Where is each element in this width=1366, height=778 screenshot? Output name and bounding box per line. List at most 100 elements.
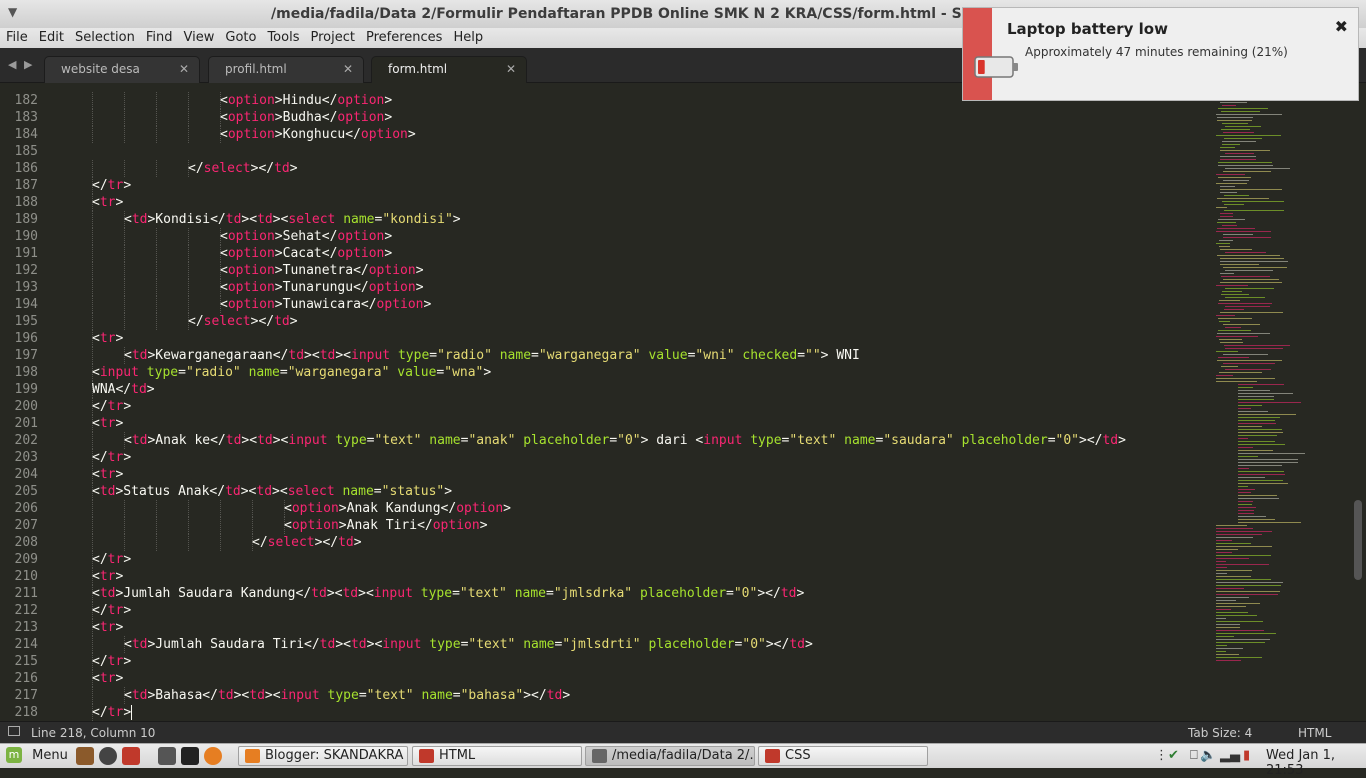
minimap-line [1216, 135, 1281, 136]
menu-edit[interactable]: Edit [39, 28, 71, 48]
minimap-line [1238, 384, 1284, 385]
minimap-line [1216, 549, 1238, 550]
menu-find[interactable]: Find [146, 28, 180, 48]
update-manager-icon[interactable]: ✔ [1168, 748, 1179, 763]
tab-scroll-right-icon[interactable]: ▶ [24, 58, 32, 71]
tab-profil[interactable]: profil.html ✕ [208, 56, 364, 83]
minimap-line [1238, 405, 1262, 406]
battery-notification: Laptop battery low Approximately 47 minu… [962, 7, 1359, 101]
line-number: 188 [14, 195, 38, 210]
taskbar-item-html[interactable]: HTML [412, 746, 582, 766]
minimap-line [1220, 102, 1247, 103]
line-number: 191 [14, 246, 38, 261]
files-launcher-icon[interactable] [122, 747, 140, 765]
menu-tools[interactable]: Tools [267, 28, 306, 48]
firefox-launcher-icon[interactable] [204, 747, 222, 765]
code-line: <tr> [92, 416, 124, 431]
indent-guide [220, 534, 221, 551]
minimap-line [1216, 600, 1236, 601]
minimap-line [1216, 633, 1276, 634]
minimap-line [1221, 111, 1260, 112]
minimap-line [1218, 219, 1245, 220]
taskbar-item-blogger[interactable]: Blogger: SKANDAKRA ... [238, 746, 408, 766]
menu-file[interactable]: File [6, 28, 35, 48]
taskbar: m Menu Blogger: SKANDAKRA ... HTML /medi… [0, 743, 1366, 778]
close-icon[interactable]: ✖ [1335, 17, 1348, 36]
code-line: <option>Tunarungu</option> [220, 280, 424, 295]
indent-guide [92, 245, 93, 262]
minimap-line [1238, 435, 1277, 436]
minimap-line [1225, 153, 1254, 154]
chrome-launcher-icon[interactable] [99, 747, 117, 765]
vertical-scrollbar[interactable] [1354, 500, 1362, 580]
minimap-line [1238, 441, 1275, 442]
minimap-line [1223, 171, 1271, 172]
minimap-line [1238, 510, 1254, 511]
code-line: <tr> [92, 467, 124, 482]
close-icon[interactable]: ✕ [179, 62, 189, 76]
minimap-line [1238, 447, 1253, 448]
syntax-selector[interactable]: HTML [1298, 726, 1331, 740]
code-line: </select></td> [188, 161, 298, 176]
minimap-line [1216, 231, 1271, 232]
minimap-line [1218, 330, 1251, 331]
sublime-launcher-icon[interactable] [76, 747, 94, 765]
minimap-line [1220, 282, 1282, 283]
code-line: <tr> [92, 620, 124, 635]
minimap-line [1238, 423, 1276, 424]
minimap-line [1216, 558, 1249, 559]
minimap-line [1238, 444, 1285, 445]
indent-guide [220, 517, 221, 534]
minimap-line [1223, 237, 1271, 238]
volume-icon[interactable]: 🔈 [1200, 748, 1216, 763]
tab-scroll-left-icon[interactable]: ◀ [8, 58, 16, 71]
minimap-line [1216, 642, 1265, 643]
menu-selection[interactable]: Selection [75, 28, 142, 48]
minimap-line [1216, 114, 1282, 115]
minimap-line [1216, 315, 1235, 316]
minimap-line [1224, 138, 1262, 139]
minimap-line [1216, 615, 1257, 616]
network-icon[interactable]: ⎕ [1190, 748, 1198, 763]
minimap-line [1217, 255, 1280, 256]
minimap[interactable] [1208, 83, 1354, 721]
line-number: 210 [14, 569, 38, 584]
minimap-line [1216, 174, 1245, 175]
signal-icon[interactable]: ▂▄ [1220, 748, 1240, 763]
close-icon[interactable]: ✕ [343, 62, 353, 76]
minimap-line [1216, 570, 1252, 571]
menu-preferences[interactable]: Preferences [366, 28, 449, 48]
line-number: 182 [14, 93, 38, 108]
menu-help[interactable]: Help [453, 28, 490, 48]
panel-toggle-icon[interactable] [8, 726, 20, 736]
battery-icon[interactable]: ▮ [1243, 748, 1250, 763]
taskbar-item-css[interactable]: CSS [758, 746, 928, 766]
minimap-line [1221, 366, 1238, 367]
line-number: 203 [14, 450, 38, 465]
notification-body: Approximately 47 minutes remaining (21%) [1025, 45, 1288, 59]
indent-guide [92, 109, 93, 126]
minimap-line [1216, 591, 1280, 592]
show-desktop-icon[interactable] [158, 747, 176, 765]
menu-project[interactable]: Project [310, 28, 361, 48]
tab-size-selector[interactable]: Tab Size: 4 [1188, 726, 1252, 740]
tab-form[interactable]: form.html ✕ [371, 56, 527, 83]
taskbar-item-sublime[interactable]: /media/fadila/Data 2/... [585, 746, 755, 766]
window-menu-icon[interactable]: ▼ [8, 5, 17, 19]
minimap-line [1225, 270, 1273, 271]
code-editor[interactable]: <option>Hindu</option> <option>Budha</opt… [60, 83, 1205, 721]
minimap-line [1218, 318, 1252, 319]
close-icon[interactable]: ✕ [506, 62, 516, 76]
menu-view[interactable]: View [184, 28, 222, 48]
start-menu-button[interactable]: m Menu [6, 747, 68, 763]
menu-goto[interactable]: Goto [225, 28, 263, 48]
indent-guide [92, 500, 93, 517]
clock[interactable]: Wed Jan 1, 21:53 [1266, 748, 1366, 778]
indent-guide [124, 517, 125, 534]
minimap-line [1216, 552, 1232, 553]
minimap-line [1238, 480, 1283, 481]
code-line: </tr> [92, 603, 132, 618]
tab-website-desa[interactable]: website desa ✕ [44, 56, 200, 83]
terminal-launcher-icon[interactable] [181, 747, 199, 765]
code-line: <option>Cacat</option> [220, 246, 393, 261]
